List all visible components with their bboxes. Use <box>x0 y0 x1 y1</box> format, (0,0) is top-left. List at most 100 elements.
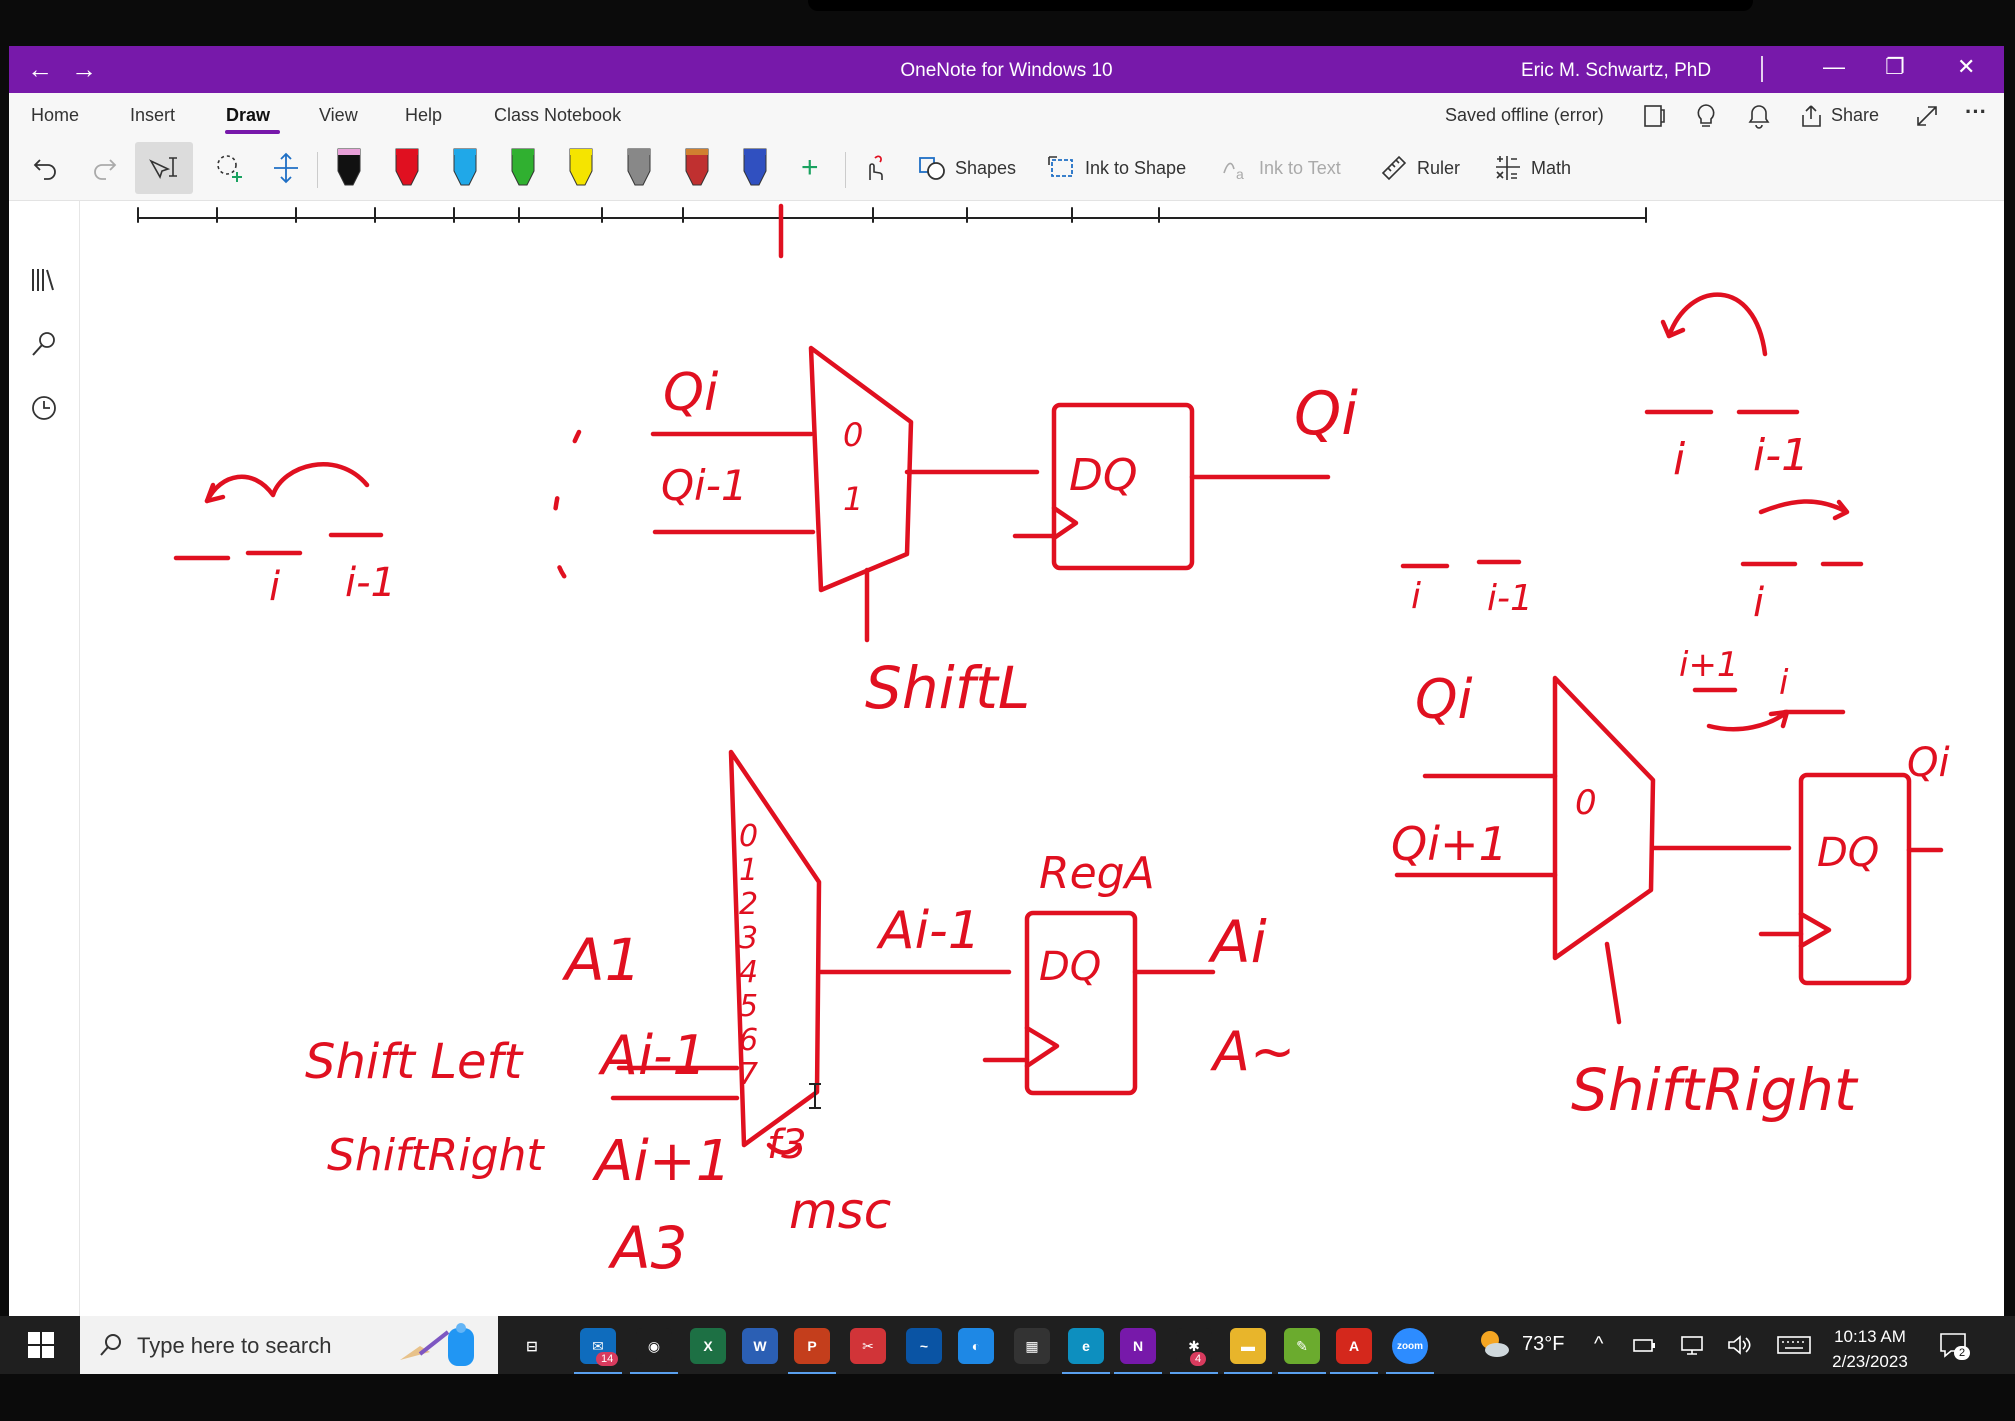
app-blue-icon[interactable]: ◐ <box>958 1328 994 1364</box>
restore-button[interactable]: ❐ <box>1885 54 1905 80</box>
note-qi-right-output: Qi <box>1907 740 1950 786</box>
bell-icon[interactable] <box>1747 103 1771 134</box>
note-mux-top-zero: 0 <box>843 416 863 454</box>
select-text-tool-icon[interactable] <box>147 146 189 190</box>
word-app-icon[interactable]: W <box>742 1328 778 1364</box>
add-pen-button[interactable]: + <box>801 146 819 190</box>
note-ai-plus1: Ai+1 <box>592 1129 731 1194</box>
shapes-button[interactable]: Shapes <box>917 146 1016 190</box>
zoom-app-icon[interactable]: zoom <box>1386 1328 1434 1375</box>
highlighter-yellow-icon[interactable] <box>563 146 607 190</box>
tab-view[interactable]: View <box>319 105 358 126</box>
explorer-app-icon[interactable]: ▬ <box>1224 1328 1272 1375</box>
taskbar-search-box[interactable]: Type here to search <box>80 1316 498 1374</box>
pen-red-icon[interactable] <box>389 146 433 190</box>
weather-icon[interactable] <box>1476 1326 1512 1367</box>
undo-icon[interactable] <box>31 146 69 190</box>
powerpoint-app-icon[interactable]: P <box>788 1328 836 1375</box>
note-a-tilde: A~ <box>1210 1020 1295 1083</box>
clock-time: 10:13 AM <box>1834 1327 1906 1346</box>
touch-draw-icon[interactable] <box>859 146 897 190</box>
note-msc: msc <box>789 1182 891 1240</box>
slack-badge: 4 <box>1190 1352 1207 1366</box>
keyboard-icon[interactable] <box>1776 1334 1812 1361</box>
pen-galaxy-icon[interactable] <box>679 146 723 190</box>
onenote-app-icon[interactable]: N <box>1114 1328 1162 1375</box>
pen-black-pink-icon[interactable] <box>331 146 375 190</box>
ruler-label: Ruler <box>1417 157 1461 178</box>
task-view-icon[interactable]: ⊟ <box>514 1328 550 1364</box>
ink-to-text-button[interactable]: a Ink to Text <box>1221 146 1341 190</box>
tab-insert[interactable]: Insert <box>130 105 175 126</box>
note-mux-right-zero: 0 <box>1575 783 1597 823</box>
clock-date: 2/23/2023 <box>1832 1352 1908 1371</box>
user-name[interactable]: Eric M. Schwartz, PhD <box>1521 60 1711 82</box>
pen-cyan-icon[interactable] <box>447 146 491 190</box>
add-space-icon[interactable] <box>271 146 309 190</box>
note-i-minus1-topright: i-1 <box>1753 430 1809 481</box>
acrobat-app-icon[interactable]: A <box>1330 1328 1378 1375</box>
note-shift-right: ShiftRight <box>327 1130 545 1181</box>
pen-green-icon[interactable] <box>505 146 549 190</box>
note-rega: RegA <box>1039 848 1155 899</box>
note-ai-minus1: Ai-1 <box>598 1024 707 1087</box>
note-i-right: i <box>1753 580 1764 626</box>
volume-icon[interactable] <box>1726 1334 1752 1361</box>
note-mux-digit: 4 <box>739 955 758 990</box>
app-chip-icon[interactable]: ▦ <box>1014 1328 1050 1364</box>
note-shift-left: Shift Left <box>305 1034 524 1090</box>
tray-chevron-icon[interactable]: ^ <box>1594 1333 1603 1356</box>
toolbar-separator <box>845 152 846 188</box>
close-button[interactable]: ✕ <box>1957 54 1975 80</box>
share-icon[interactable] <box>1799 103 1825 134</box>
share-button[interactable]: Share <box>1831 105 1879 126</box>
edge-app-icon[interactable]: e <box>1062 1328 1110 1375</box>
fullscreen-icon[interactable] <box>1914 103 1940 134</box>
search-highlight-illustration-icon <box>400 1323 474 1366</box>
lightbulb-icon[interactable] <box>1694 103 1718 134</box>
battery-icon[interactable] <box>1632 1334 1658 1361</box>
more-options-button[interactable]: ··· <box>1965 99 1987 125</box>
ribbon-tabs: Home Insert Draw View Help Class Noteboo… <box>9 93 2004 136</box>
ink-to-text-label: Ink to Text <box>1259 157 1341 178</box>
recent-notes-icon[interactable] <box>29 393 59 428</box>
tab-help[interactable]: Help <box>405 105 442 126</box>
whiteboard-app-icon[interactable]: ~ <box>906 1328 942 1364</box>
tab-home[interactable]: Home <box>31 105 79 126</box>
excel-app-icon[interactable]: X <box>690 1328 726 1364</box>
app-green-icon[interactable]: ✎ <box>1278 1328 1326 1375</box>
note-qi-output: Qi <box>1294 379 1358 449</box>
note-dq-mid: DQ <box>1039 944 1101 990</box>
notebooks-icon[interactable] <box>29 265 59 300</box>
note-qi-minus1: Qi-1 <box>661 461 748 510</box>
tab-draw[interactable]: Draw <box>226 105 270 126</box>
math-label: Math <box>1531 157 1572 178</box>
note-canvas[interactable]: Qi Qi-1 Qi ShiftL DQ Shift Left ShiftRig… <box>80 201 2004 1316</box>
math-button[interactable]: Math <box>1493 146 1571 190</box>
taskbar-clock[interactable]: 10:13 AM 2/23/2023 <box>1822 1324 1918 1374</box>
redo-icon[interactable] <box>89 146 127 190</box>
snip-app-icon[interactable]: ✂ <box>850 1328 886 1364</box>
ink-to-shape-button[interactable]: Ink to Shape <box>1047 146 1186 190</box>
sync-status[interactable]: Saved offline (error) <box>1445 105 1604 126</box>
network-icon[interactable] <box>1680 1334 1706 1361</box>
pencil-gray-icon[interactable] <box>621 146 665 190</box>
chrome-app-icon[interactable]: ◉ <box>630 1328 678 1375</box>
notebook-view-icon[interactable] <box>1641 103 1667 134</box>
pen-galaxy-blue-icon[interactable] <box>737 146 781 190</box>
ink-drawing[interactable]: Qi Qi-1 Qi ShiftL DQ Shift Left ShiftRig… <box>80 201 2004 1316</box>
weather-temp[interactable]: 73°F <box>1522 1333 1564 1356</box>
ruler-button[interactable]: Ruler <box>1379 146 1460 190</box>
note-f3: f3 <box>767 1122 807 1168</box>
search-placeholder: Type here to search <box>137 1333 332 1358</box>
mail-badge: 14 <box>596 1352 619 1366</box>
note-mux-digit: 3 <box>739 921 758 956</box>
windows-start-icon[interactable] <box>28 1332 54 1363</box>
note-mux-digit: 5 <box>739 989 758 1024</box>
windows-taskbar: Type here to search ⊟ ✉ ◉ X W P ✂ ~ ◐ ▦ e N ✱ ▬ ✎ Azoom… <box>0 1316 2015 1375</box>
search-icon[interactable] <box>29 329 59 364</box>
svg-text:a: a <box>1236 166 1244 182</box>
tab-class-notebook[interactable]: Class Notebook <box>494 105 621 126</box>
lasso-select-icon[interactable] <box>213 146 255 190</box>
minimize-button[interactable]: — <box>1823 54 1845 80</box>
